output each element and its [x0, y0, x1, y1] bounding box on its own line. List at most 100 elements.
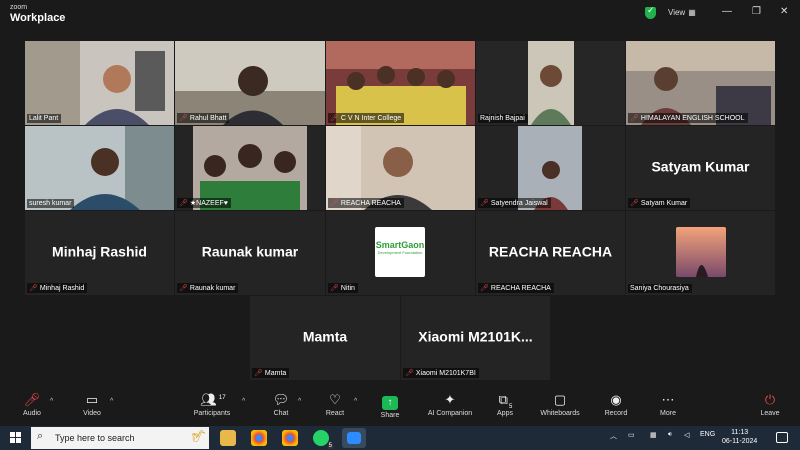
- meeting-toolbar: 🎤︎ Audio ^ ▭ Video ^ 👥︎ 17 Participants ^…: [0, 388, 800, 426]
- react-button[interactable]: ♡ React: [320, 392, 350, 417]
- video-options-caret-icon[interactable]: ^: [110, 398, 113, 405]
- video-tile-satyendra[interactable]: 🎤︎ Satyendra Jaiswal: [476, 126, 625, 210]
- video-feed: [25, 41, 174, 125]
- zoom-taskbar-icon[interactable]: [342, 428, 366, 448]
- participants-button[interactable]: 👥︎ 17 Participants: [190, 392, 234, 417]
- whiteboard-icon: ▢: [553, 392, 567, 407]
- react-options-caret-icon[interactable]: ^: [354, 398, 357, 405]
- audio-button[interactable]: 🎤︎ Audio: [18, 392, 46, 417]
- mic-muted-icon: 🎤︎: [179, 200, 188, 207]
- mic-muted-icon: 🎤︎: [630, 200, 639, 207]
- video-tile-cvn[interactable]: 🎤︎ C V N Inter College: [326, 41, 475, 125]
- leave-button[interactable]: ⏻ Leave: [756, 392, 784, 417]
- video-tile-rajnish[interactable]: Rajnish Bajpai: [476, 41, 625, 125]
- whiteboards-button[interactable]: ▢ Whiteboards: [536, 392, 584, 417]
- chat-bubble-icon: 💬︎: [272, 392, 290, 407]
- video-tile-xiaomi[interactable]: Xiaomi M2101K... 🎤︎ Xiaomi M2101K7BI: [401, 296, 550, 380]
- participant-label: 🎤︎ Nitin: [328, 283, 358, 293]
- mic-muted-icon: 🎤︎: [179, 115, 188, 122]
- share-arrow-icon: ↑: [382, 396, 398, 410]
- video-tile-minhaj[interactable]: Minhaj Rashid 🎤︎ Minhaj Rashid: [25, 211, 174, 295]
- ai-companion-button[interactable]: ✦ AI Companion: [424, 392, 476, 417]
- video-tile-mamta[interactable]: Mamta 🎤︎ Mamta: [250, 296, 400, 380]
- participant-label: suresh kumar: [27, 199, 75, 208]
- participant-name-display: REACHA REACHA: [488, 243, 613, 260]
- file-explorer-icon[interactable]: [220, 430, 236, 446]
- brand-zoom: zoom: [10, 4, 28, 11]
- chrome-icon[interactable]: [282, 430, 298, 446]
- video-tile-rahul[interactable]: 🎤︎ Rahul Bhatt: [175, 41, 325, 125]
- participant-label: Rajnish Bajpai: [478, 114, 528, 123]
- video-feed: [25, 126, 174, 210]
- video-camera-icon: ▭: [85, 392, 99, 407]
- search-icon: ⌕: [37, 430, 44, 442]
- windows-start-icon[interactable]: [10, 432, 22, 444]
- video-feed: [476, 41, 625, 125]
- video-tile-reacha-2[interactable]: REACHA REACHA 🎤︎ REACHA REACHA: [476, 211, 625, 295]
- record-button[interactable]: ◉ Record: [602, 392, 630, 417]
- saxophone-icon: 🎷︎: [191, 429, 207, 443]
- restore-icon[interactable]: ❐: [752, 6, 761, 17]
- video-tile-nazeef[interactable]: 🎤︎ ★NAZEEF♥: [175, 126, 325, 210]
- taskbar-search-box[interactable]: ⌕ Type here to search 🎷︎: [31, 427, 209, 449]
- search-placeholder: Type here to search: [55, 433, 135, 443]
- whatsapp-icon[interactable]: 5: [313, 430, 333, 449]
- chat-button[interactable]: 💬︎ Chat: [268, 392, 294, 417]
- participant-name-display: Raunak kumar: [201, 243, 299, 260]
- brand-workplace: Workplace: [10, 12, 66, 24]
- close-icon[interactable]: ✕: [780, 6, 788, 17]
- notification-icon[interactable]: [776, 432, 788, 443]
- apps-button[interactable]: ⧉5 Apps: [492, 392, 518, 417]
- participant-label: 🎤︎ Xiaomi M2101K7BI: [403, 368, 479, 378]
- mic-muted-icon: 🎤︎: [480, 200, 489, 207]
- video-tile-nitin[interactable]: SmartGaon Development Foundation 🎤︎ Nitin: [326, 211, 475, 295]
- avatar: [676, 227, 726, 277]
- language-indicator[interactable]: ENG: [700, 431, 715, 438]
- audio-options-caret-icon[interactable]: ^: [50, 398, 53, 405]
- tray-app-icon[interactable]: ▭: [628, 431, 635, 439]
- participant-name-display: Satyam Kumar: [651, 158, 750, 175]
- video-button[interactable]: ▭ Video: [78, 392, 106, 417]
- participant-name-display: Mamta: [302, 328, 348, 345]
- volume-icon[interactable]: 🔉︎: [668, 431, 672, 439]
- mic-muted-icon: 🎤︎: [480, 285, 489, 292]
- taskbar-clock[interactable]: 11:13 06-11-2024: [722, 428, 757, 446]
- participant-name-display: Minhaj Rashid: [52, 243, 147, 260]
- minimize-icon[interactable]: —: [722, 6, 732, 17]
- more-button[interactable]: ⋯ More: [655, 392, 681, 417]
- mic-muted-icon: 🎤︎: [330, 200, 339, 207]
- participant-label: Lalit Pant: [27, 114, 62, 123]
- heart-icon: ♡: [329, 392, 341, 407]
- speaker-icon[interactable]: ◁: [684, 431, 689, 439]
- view-label: View: [668, 8, 686, 17]
- video-tile-reacha[interactable]: 🎤︎ REACHA REACHA: [326, 126, 475, 210]
- share-button[interactable]: ↑ Share: [375, 392, 405, 419]
- participant-label: 🎤︎ Raunak kumar: [177, 283, 239, 293]
- chat-options-caret-icon[interactable]: ^: [298, 398, 301, 405]
- chrome-icon[interactable]: [251, 430, 267, 446]
- leave-door-icon: ⏻: [764, 392, 776, 407]
- smartgaon-logo: SmartGaon Development Foundation: [375, 227, 425, 277]
- network-icon[interactable]: ▦: [650, 431, 657, 439]
- encryption-shield-icon[interactable]: [645, 5, 656, 19]
- participants-options-caret-icon[interactable]: ^: [242, 398, 245, 405]
- participants-icon: 👥︎ 17: [200, 392, 226, 407]
- mic-muted-icon: 🎤︎: [330, 115, 339, 122]
- video-tile-suresh[interactable]: suresh kumar: [25, 126, 174, 210]
- mic-muted-icon: 🎤︎: [179, 285, 188, 292]
- video-tile-saniya[interactable]: Saniya Chourasiya: [626, 211, 775, 295]
- video-tile-raunak[interactable]: Raunak kumar 🎤︎ Raunak kumar: [175, 211, 325, 295]
- mic-muted-icon: 🎤︎: [330, 285, 339, 292]
- participant-label: 🎤︎ HIMALAYAN ENGLISH SCHOOL: [628, 113, 748, 123]
- participant-label: 🎤︎ ★NAZEEF♥: [177, 198, 231, 208]
- video-tile-lalit[interactable]: Lalit Pant: [25, 41, 174, 125]
- video-tile-himalayan[interactable]: 🎤︎ HIMALAYAN ENGLISH SCHOOL: [626, 41, 775, 125]
- tray-chevron-icon[interactable]: ︿: [610, 431, 617, 441]
- windows-taskbar: ⌕ Type here to search 🎷︎ 5 ︿ ▭ ▦ 🔉︎ ◁ EN…: [0, 426, 800, 450]
- view-button[interactable]: View ▦: [668, 8, 696, 17]
- sparkle-icon: ✦: [444, 392, 456, 407]
- participant-name-display: Xiaomi M2101K...: [418, 328, 533, 345]
- record-icon: ◉: [610, 392, 622, 407]
- video-tile-satyam[interactable]: Satyam Kumar 🎤︎ Satyam Kumar: [626, 126, 775, 210]
- participant-label: 🎤︎ Satyam Kumar: [628, 198, 691, 208]
